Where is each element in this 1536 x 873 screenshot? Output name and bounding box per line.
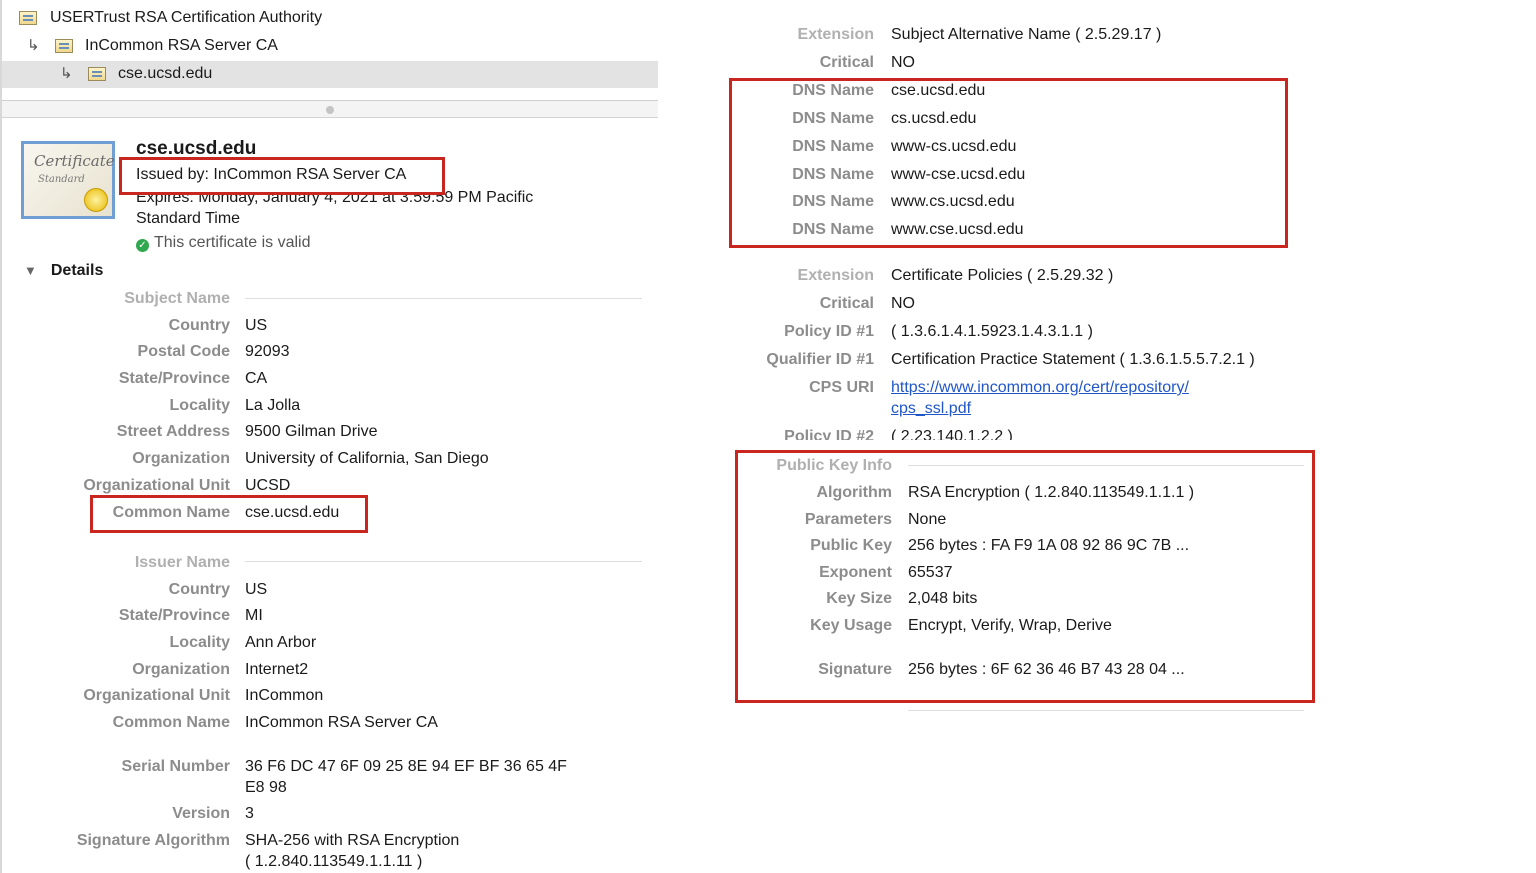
field-label: Locality: [169, 634, 230, 651]
disclosure-triangle-icon[interactable]: ▼: [24, 263, 37, 278]
extension-value: Subject Alternative Name ( 2.5.29.17 ): [891, 26, 1162, 43]
qualifier-id-label: Qualifier ID #1: [766, 351, 874, 368]
tree-item-label: cse.ucsd.edu: [118, 65, 213, 82]
certificate-large-icon: Certificate Standard: [21, 141, 115, 219]
field-value: Ann Arbor: [245, 634, 317, 651]
field-label: Country: [168, 581, 230, 598]
policy-id-label: Policy ID #2: [784, 428, 874, 440]
field-value: University of California, San Diego: [245, 450, 489, 467]
critical-value: NO: [891, 295, 915, 312]
serial-number-label: Serial Number: [121, 758, 230, 775]
annotation-box-dns-names: [729, 78, 1288, 248]
certificate-icon: [19, 11, 37, 25]
extension-label: Extension: [797, 26, 874, 43]
subject-name-header: Subject Name: [124, 290, 230, 307]
field-value: InCommon: [245, 687, 324, 704]
version-label: Version: [172, 805, 230, 822]
version-value: 3: [245, 805, 254, 822]
field-label: Postal Code: [137, 343, 230, 360]
splitter-handle-icon[interactable]: [326, 106, 334, 114]
tree-item-intermediate-ca[interactable]: ↳ InCommon RSA Server CA: [2, 33, 658, 60]
signature-algorithm-label: Signature Algorithm: [76, 832, 230, 849]
tree-item-root-ca[interactable]: USERTrust RSA Certification Authority: [2, 5, 658, 32]
child-arrow-icon: ↳: [60, 65, 73, 82]
extension-value: Certificate Policies ( 2.5.29.32 ): [891, 267, 1114, 284]
field-label: Locality: [169, 397, 230, 414]
critical-value: NO: [891, 54, 915, 71]
section-divider: [245, 561, 642, 562]
extension-label: Extension: [797, 267, 874, 284]
field-label: State/Province: [118, 370, 230, 387]
details-label: Details: [50, 262, 104, 279]
child-arrow-icon: ↳: [27, 37, 40, 54]
field-value: US: [245, 581, 268, 598]
tree-item-leaf-cert[interactable]: ↳ cse.ucsd.edu: [2, 61, 658, 88]
signature-algorithm-oid: ( 1.2.840.113549.1.1.11 ): [245, 853, 423, 870]
annotation-box-common-name: [90, 495, 368, 533]
qualifier-id-value: Certification Practice Statement ( 1.3.6…: [891, 351, 1255, 368]
seal-icon: [84, 188, 108, 212]
field-value: 92093: [245, 343, 290, 360]
annotation-box-public-key-info: [735, 450, 1315, 703]
validity-status: ✓ This certificate is valid: [136, 234, 311, 252]
serial-number-value: 36 F6 DC 47 6F 09 25 8E 94 EF BF 36 65 4…: [245, 758, 567, 775]
field-label: Organization: [132, 450, 230, 467]
policy-id-2-row-clipped: Policy ID #2 ( 2.23.140.1.2.2 ): [700, 424, 1120, 440]
field-value: InCommon RSA Server CA: [245, 714, 438, 731]
field-label: Organizational Unit: [83, 477, 230, 494]
tree-item-label: InCommon RSA Server CA: [85, 37, 278, 54]
signature-algorithm-value: SHA-256 with RSA Encryption: [245, 832, 460, 849]
validity-text: This certificate is valid: [154, 234, 311, 251]
certificate-chain-tree: USERTrust RSA Certification Authority ↳ …: [2, 0, 658, 101]
field-value: 9500 Gilman Drive: [245, 423, 378, 440]
pane-splitter[interactable]: [2, 101, 658, 118]
field-value: MI: [245, 607, 263, 624]
field-label: Organization: [132, 661, 230, 678]
cps-uri-label: CPS URI: [809, 379, 874, 396]
field-label: Street Address: [116, 423, 230, 440]
field-value: Internet2: [245, 661, 309, 678]
cps-uri-link[interactable]: https://www.incommon.org/cert/repository…: [891, 379, 1189, 397]
field-label: Common Name: [112, 714, 230, 731]
expires-line-2: Standard Time: [136, 210, 241, 227]
field-label: State/Province: [118, 607, 230, 624]
details-disclosure[interactable]: ▼ Details: [24, 262, 103, 280]
tree-item-label: USERTrust RSA Certification Authority: [50, 9, 323, 26]
policy-id-label: Policy ID #1: [784, 323, 874, 340]
certificate-viewer-left-panel: USERTrust RSA Certification Authority ↳ …: [0, 0, 658, 873]
section-divider: [245, 298, 642, 299]
certificate-icon: [88, 67, 106, 81]
annotation-box-issued-by: [119, 157, 445, 195]
cps-uri-link-cont[interactable]: cps_ssl.pdf: [891, 400, 971, 418]
section-divider: [908, 710, 1304, 711]
field-value: CA: [245, 370, 268, 387]
field-label: Organizational Unit: [83, 687, 230, 704]
critical-label: Critical: [819, 54, 874, 71]
policy-id-value: ( 1.3.6.1.4.1.5923.1.4.3.1.1 ): [891, 323, 1093, 340]
field-value: US: [245, 317, 268, 334]
certificate-icon-subtext: Standard: [38, 174, 85, 185]
policy-id-value: ( 2.23.140.1.2.2 ): [891, 428, 1013, 440]
checkmark-icon: ✓: [136, 239, 149, 252]
critical-label: Critical: [819, 295, 874, 312]
field-label: Country: [168, 317, 230, 334]
serial-number-value-cont: E8 98: [245, 779, 287, 796]
certificate-icon: [55, 39, 73, 53]
certificate-icon-text: Certificate: [34, 152, 115, 170]
field-value: UCSD: [245, 477, 291, 494]
field-value: La Jolla: [245, 397, 301, 414]
issuer-name-header: Issuer Name: [134, 554, 230, 571]
